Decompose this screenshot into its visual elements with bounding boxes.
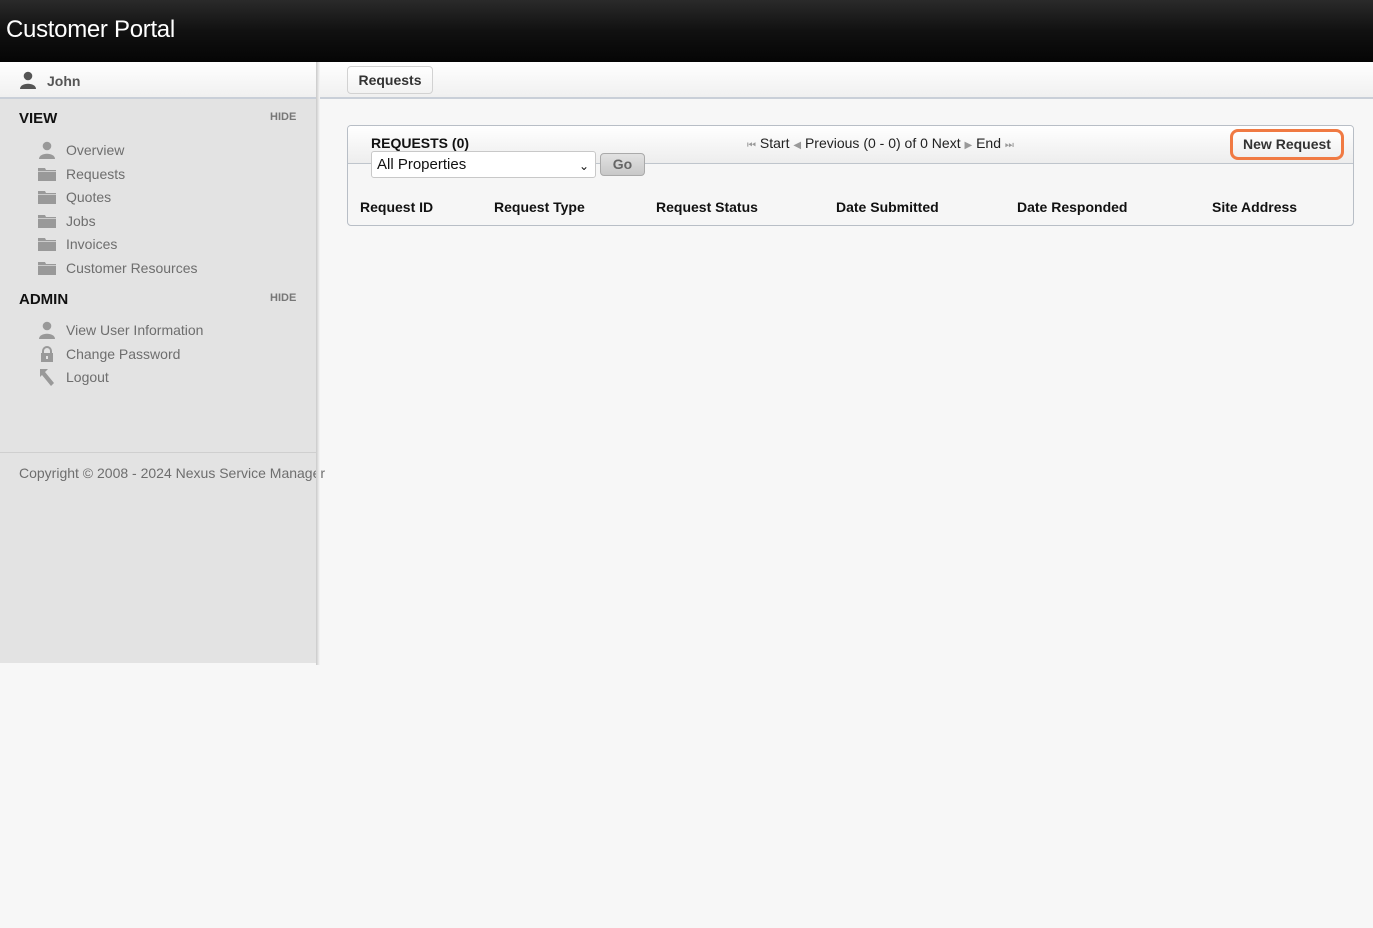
section-title-admin: ADMIN xyxy=(19,291,69,308)
copyright-text: Copyright © 2008 - 2024 Nexus Service Ma… xyxy=(19,465,326,481)
user-bar: John xyxy=(0,62,316,99)
sidebar-item-change-password[interactable]: Change Password xyxy=(38,343,180,365)
property-filter-value: All Properties xyxy=(377,156,467,173)
requests-panel: REQUESTS (0) ⏮ Start ◀ Previous (0 - 0) … xyxy=(347,125,1354,226)
tab-requests[interactable]: Requests xyxy=(347,66,433,94)
column-header-request-status[interactable]: Request Status xyxy=(656,199,758,215)
sidebar-item-quotes[interactable]: Quotes xyxy=(38,186,111,208)
tab-bar: Requests xyxy=(320,62,1373,99)
previous-link[interactable]: Previous xyxy=(805,135,859,151)
user-icon xyxy=(38,141,56,159)
column-header-request-id[interactable]: Request ID xyxy=(360,199,433,215)
sidebar: John VIEW HIDE Overview Requests Quotes … xyxy=(0,62,325,663)
sidebar-item-view-user-information[interactable]: View User Information xyxy=(38,319,203,341)
sidebar-item-requests[interactable]: Requests xyxy=(38,163,125,185)
sidebar-item-customer-resources[interactable]: Customer Resources xyxy=(38,257,198,279)
sidebar-item-overview[interactable]: Overview xyxy=(38,139,124,161)
go-button[interactable]: Go xyxy=(600,153,645,176)
folder-icon xyxy=(38,188,56,206)
first-page-icon[interactable]: ⏮ xyxy=(747,140,756,151)
user-name: John xyxy=(47,73,81,89)
lock-icon xyxy=(38,345,56,363)
start-link[interactable]: Start xyxy=(760,135,790,151)
sidebar-item-jobs[interactable]: Jobs xyxy=(38,210,96,232)
page-range: (0 - 0) of 0 xyxy=(863,135,928,151)
hide-admin-link[interactable]: HIDE xyxy=(270,292,296,304)
arrow-up-left-icon xyxy=(38,368,56,386)
last-page-icon[interactable]: ⏭ xyxy=(1005,140,1014,151)
sidebar-item-logout[interactable]: Logout xyxy=(38,366,109,388)
sidebar-item-invoices[interactable]: Invoices xyxy=(38,233,117,255)
new-request-button[interactable]: New Request xyxy=(1230,129,1344,160)
previous-icon[interactable]: ◀ xyxy=(793,140,801,151)
app-title: Customer Portal xyxy=(6,16,175,43)
next-link[interactable]: Next xyxy=(932,135,961,151)
property-filter-select[interactable]: All Properties ⌄ xyxy=(371,151,596,178)
column-header-request-type[interactable]: Request Type xyxy=(494,199,585,215)
column-header-date-submitted[interactable]: Date Submitted xyxy=(836,199,939,215)
section-title-view: VIEW xyxy=(19,110,58,127)
top-header: Customer Portal xyxy=(0,0,1373,62)
hide-view-link[interactable]: HIDE xyxy=(270,111,296,123)
folder-icon xyxy=(38,259,56,277)
folder-icon xyxy=(38,235,56,253)
user-icon xyxy=(38,321,56,339)
pagination: ⏮ Start ◀ Previous (0 - 0) of 0 Next ▶ E… xyxy=(747,135,1014,151)
folder-icon xyxy=(38,212,56,230)
next-icon[interactable]: ▶ xyxy=(964,140,972,151)
column-header-date-responded[interactable]: Date Responded xyxy=(1017,199,1127,215)
panel-title: REQUESTS (0) xyxy=(371,135,470,151)
divider xyxy=(0,452,316,453)
sidebar-resize-edge xyxy=(316,62,320,665)
folder-icon xyxy=(38,165,56,183)
user-icon xyxy=(20,71,36,89)
column-header-site-address[interactable]: Site Address xyxy=(1212,199,1297,215)
chevron-down-icon: ⌄ xyxy=(578,159,589,173)
end-link[interactable]: End xyxy=(976,135,1001,151)
